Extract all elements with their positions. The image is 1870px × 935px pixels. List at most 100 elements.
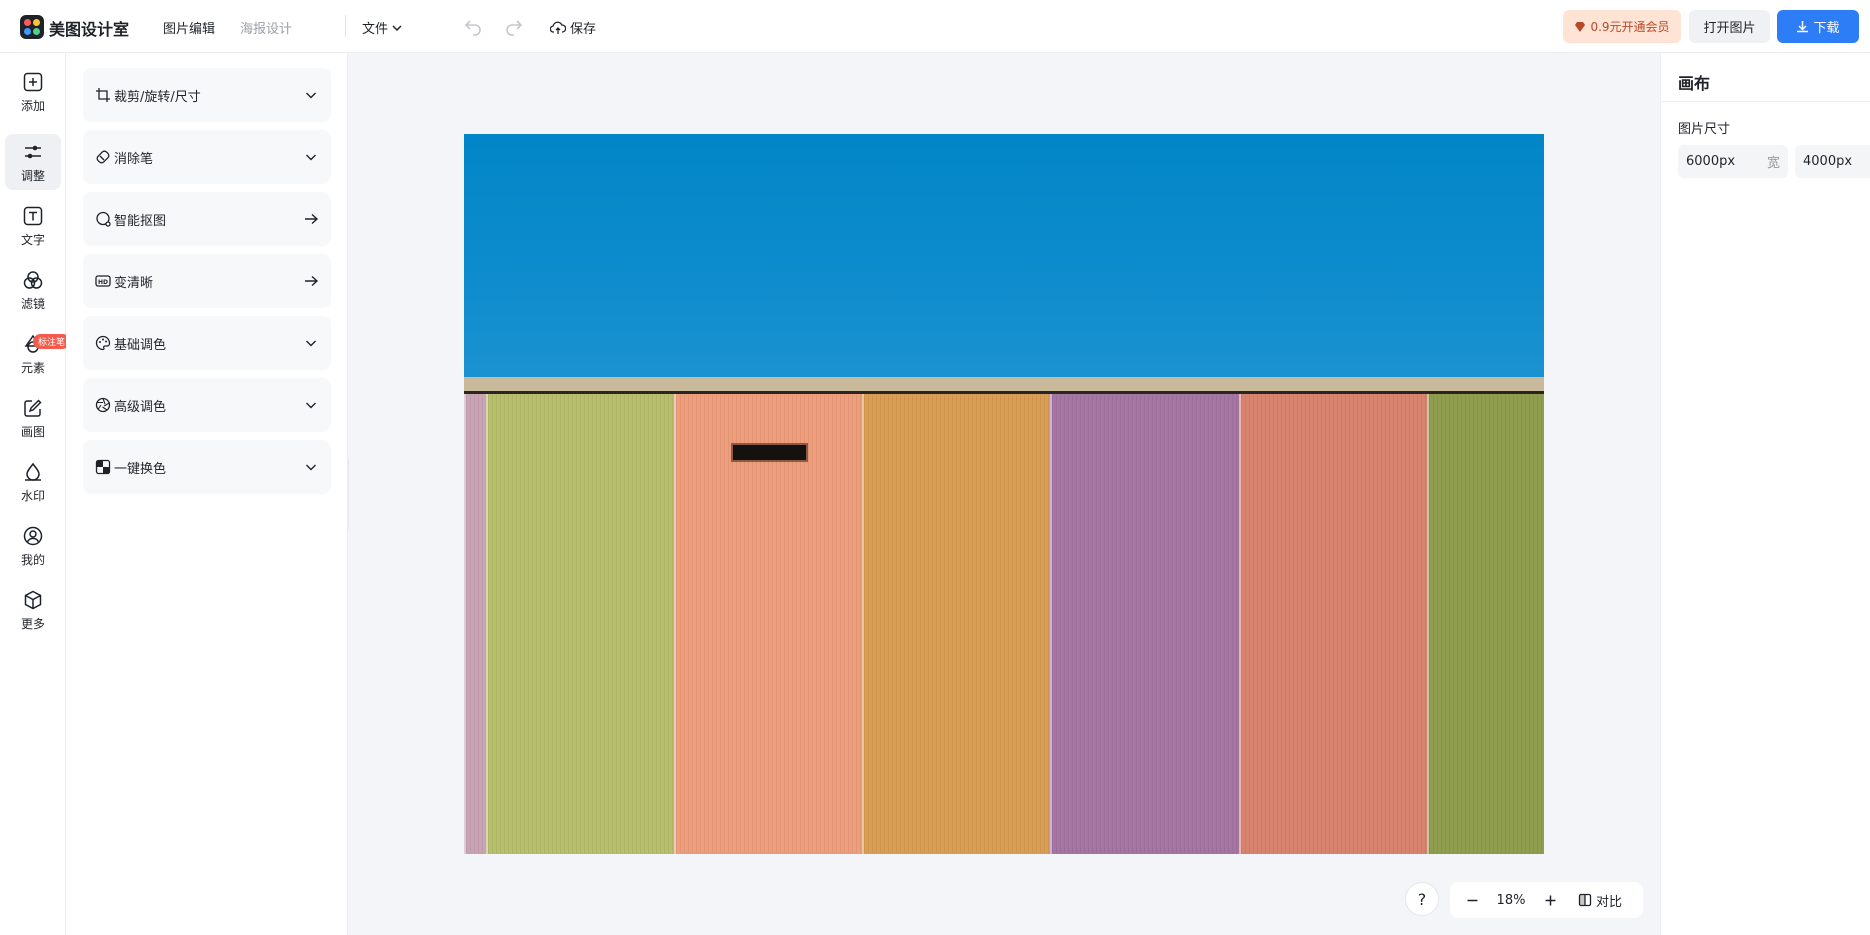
image-stripe — [464, 394, 486, 854]
tool-label: 基础调色 — [114, 337, 167, 353]
compare-icon — [1578, 893, 1592, 907]
chevron-down-icon — [306, 92, 316, 99]
new-feature-badge: 标注笔 — [33, 334, 71, 349]
image-stripe — [674, 394, 862, 854]
properties-panel: 画布 图片尺寸 6000px 宽 4000px — [1660, 53, 1870, 935]
chevron-down-icon — [306, 340, 316, 347]
tool-label: 裁剪/旋转/尺寸 — [114, 89, 201, 105]
draw-icon — [24, 398, 42, 417]
help-button[interactable]: ? — [1405, 882, 1439, 916]
rail-item-label: 调整 — [20, 168, 45, 183]
chevron-down-icon — [392, 24, 402, 31]
edited-image[interactable] — [464, 134, 1544, 854]
rail-item-label: 添加 — [20, 98, 45, 113]
zoom-level: 18% — [1496, 892, 1526, 908]
image-size-label: 图片尺寸 — [1678, 122, 1731, 137]
sliders-icon — [25, 145, 41, 158]
file-menu-label: 文件 — [362, 22, 389, 37]
chevron-down-icon — [306, 154, 316, 161]
diamond-icon — [1575, 21, 1586, 32]
image-ledge — [464, 377, 1544, 391]
image-stripe — [486, 394, 674, 854]
arrow-right-icon — [305, 275, 319, 287]
image-stripe — [1239, 394, 1427, 854]
tab-image-edit[interactable]: 图片编辑 — [163, 18, 215, 37]
image-stripe — [862, 394, 1050, 854]
app-logo-icon — [20, 15, 44, 39]
tool-label: 高级调色 — [114, 399, 167, 415]
tool-label: 变清晰 — [114, 275, 154, 291]
header-divider — [345, 15, 346, 37]
width-field[interactable]: 6000px 宽 — [1678, 145, 1788, 178]
tool-smart-cutout[interactable]: 智能抠图 — [83, 192, 331, 246]
rail-item-adjust[interactable]: 调整 — [5, 134, 61, 190]
zoom-bar: 18% 对比 — [1450, 882, 1643, 918]
download-button[interactable]: 下载 — [1777, 10, 1859, 43]
text-icon — [23, 206, 43, 225]
rail-item-mine[interactable]: 我的 — [5, 518, 61, 574]
download-label: 下载 — [1813, 21, 1840, 36]
tool-label: 一键换色 — [114, 461, 167, 477]
panel-divider — [1661, 101, 1870, 102]
zoom-in-button[interactable] — [1528, 894, 1572, 907]
chevron-down-icon — [306, 464, 316, 471]
rail-item-text[interactable]: 文字 — [5, 198, 61, 254]
palette-icon — [95, 335, 111, 351]
cloud-upload-icon — [550, 21, 566, 34]
undo-icon[interactable] — [463, 16, 483, 36]
swap-color-icon — [95, 459, 111, 475]
rail-item-label: 更多 — [20, 616, 45, 631]
rail-item-label: 水印 — [20, 488, 45, 503]
tool-label: 消除笔 — [114, 151, 154, 167]
rail-item-add[interactable]: 添加 — [5, 64, 61, 120]
aperture-icon — [95, 397, 111, 413]
tool-enhance-clarity[interactable]: HD 变清晰 — [83, 254, 331, 308]
arrow-right-icon — [305, 213, 319, 225]
user-icon — [23, 526, 43, 545]
tool-one-click-recolor[interactable]: 一键换色 — [83, 440, 331, 494]
compare-button[interactable]: 对比 — [1572, 891, 1628, 910]
tools-panel: 裁剪/旋转/尺寸 消除笔 智能抠图 HD 变清晰 基础调色 高级调色 一键换色 — [66, 53, 348, 935]
panel-title: 画布 — [1678, 74, 1711, 93]
tool-advanced-color[interactable]: 高级调色 — [83, 378, 331, 432]
image-stripe — [1050, 394, 1239, 854]
watermark-icon — [25, 462, 41, 481]
save-label: 保存 — [570, 22, 597, 37]
zoom-out-button[interactable] — [1450, 894, 1494, 907]
tool-basic-color[interactable]: 基础调色 — [83, 316, 331, 370]
tool-crop-rotate-resize[interactable]: 裁剪/旋转/尺寸 — [83, 68, 331, 122]
tab-poster-design[interactable]: 海报设计 — [240, 18, 292, 37]
image-mail-slot — [731, 443, 808, 462]
rail-item-label: 文字 — [20, 232, 45, 247]
compare-label: 对比 — [1595, 894, 1622, 910]
rail-item-watermark[interactable]: 水印 — [5, 454, 61, 510]
redo-icon[interactable] — [504, 16, 524, 36]
left-rail: 添加 调整 文字 滤镜 元素 画图 水印 我的 更多 — [0, 53, 66, 935]
width-value: 6000px — [1686, 154, 1736, 169]
rail-item-label: 滤镜 — [20, 296, 45, 311]
filter-circles-icon — [23, 270, 43, 289]
rail-item-more[interactable]: 更多 — [5, 582, 61, 638]
crop-icon — [96, 88, 110, 102]
svg-text:HD: HD — [98, 279, 108, 286]
file-menu[interactable]: 文件 — [362, 18, 403, 37]
hd-icon: HD — [95, 275, 111, 287]
download-icon — [1797, 21, 1809, 33]
cutout-icon — [96, 211, 111, 227]
vip-button[interactable]: 0.9元开通会员 — [1563, 10, 1681, 43]
tool-eraser[interactable]: 消除笔 — [83, 130, 331, 184]
height-value: 4000px — [1803, 154, 1853, 169]
brand-name: 美图设计室 — [49, 20, 130, 39]
rail-item-filter[interactable]: 滤镜 — [5, 262, 61, 318]
plus-icon — [1545, 895, 1555, 905]
image-sky — [464, 134, 1544, 377]
save-button[interactable]: 保存 — [550, 18, 596, 37]
width-unit: 宽 — [1766, 156, 1780, 171]
height-field[interactable]: 4000px — [1795, 145, 1870, 178]
open-image-button[interactable]: 打开图片 — [1689, 10, 1770, 43]
canvas-area[interactable] — [349, 53, 1660, 935]
vip-label: 0.9元开通会员 — [1590, 20, 1670, 34]
chevron-down-icon — [306, 402, 316, 409]
rail-item-draw[interactable]: 画图 — [5, 390, 61, 446]
top-bar: 美图设计室 图片编辑 海报设计 文件 保存 0.9元开通会员 打开图片 下载 — [0, 0, 1870, 53]
